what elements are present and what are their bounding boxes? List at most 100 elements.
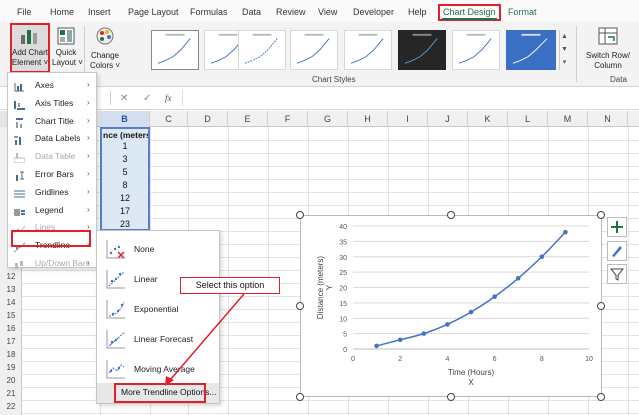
tab-home[interactable]: Home bbox=[50, 5, 74, 19]
switch-row-column-label-1: Switch Row/ bbox=[585, 51, 630, 60]
menu-item-axis-titles[interactable]: Axis Titles › bbox=[8, 94, 96, 112]
enter-icon[interactable]: ✓ bbox=[143, 93, 151, 104]
trendline-option-exponential[interactable]: Exponential bbox=[97, 293, 219, 325]
gallery-scroll[interactable]: ▲ ▼ ▾ bbox=[559, 30, 569, 70]
row-header-14[interactable]: 14 bbox=[0, 296, 22, 309]
menu-item-error-bars[interactable]: Error Bars › bbox=[8, 165, 96, 183]
tab-developer[interactable]: Developer bbox=[353, 5, 394, 19]
cell-B4[interactable]: 5 bbox=[100, 166, 150, 179]
tab-data[interactable]: Data bbox=[242, 5, 261, 19]
tab-formulas[interactable]: Formulas bbox=[190, 5, 228, 19]
menu-item-up-down-bars[interactable]: Up/Down Bars › bbox=[8, 254, 96, 272]
resize-handle[interactable] bbox=[296, 393, 304, 401]
chart-style-4[interactable] bbox=[290, 30, 338, 70]
tab-format[interactable]: Format bbox=[508, 5, 537, 19]
cell-B3[interactable]: 3 bbox=[100, 153, 150, 166]
cell-B1[interactable]: nce (meters) bbox=[100, 127, 150, 140]
tab-review[interactable]: Review bbox=[276, 5, 306, 19]
column-header-M[interactable]: M bbox=[548, 111, 588, 127]
insert-function-icon[interactable]: fx bbox=[165, 93, 172, 103]
cancel-icon[interactable]: ✕ bbox=[120, 93, 128, 104]
menu-item-axes[interactable]: Axes › bbox=[8, 76, 96, 94]
change-colors-button[interactable]: Change Colors ˅ bbox=[88, 23, 122, 71]
x-tick-label: 6 bbox=[493, 356, 497, 363]
row-header-17[interactable]: 17 bbox=[0, 335, 22, 348]
resize-handle[interactable] bbox=[296, 211, 304, 219]
chart-style-1[interactable] bbox=[151, 30, 199, 70]
column-header-K[interactable]: K bbox=[468, 111, 508, 127]
chart-style-5-preview bbox=[350, 33, 384, 64]
highlight-more-options bbox=[114, 383, 206, 403]
menu-item-label: Chart Title bbox=[35, 115, 74, 126]
tab-insert[interactable]: Insert bbox=[88, 5, 111, 19]
filter-icon bbox=[609, 268, 625, 281]
column-header-D[interactable]: D bbox=[188, 111, 228, 127]
trendline-moving-average-icon bbox=[106, 359, 126, 379]
tab-chart-design[interactable]: Chart Design bbox=[438, 4, 501, 21]
column-header-H[interactable]: H bbox=[348, 111, 388, 127]
column-header-C[interactable]: C bbox=[150, 111, 188, 127]
formula-input[interactable] bbox=[182, 90, 632, 106]
tab-page-layout[interactable]: Page Layout bbox=[128, 5, 179, 19]
column-header-J[interactable]: J bbox=[428, 111, 468, 127]
column-header-L[interactable]: L bbox=[508, 111, 548, 127]
cell-B2[interactable]: 1 bbox=[100, 140, 150, 153]
column-header-N[interactable]: N bbox=[588, 111, 628, 127]
data-group-label: Data bbox=[610, 75, 627, 84]
quick-layout-icon bbox=[57, 27, 75, 45]
gridline bbox=[228, 127, 229, 415]
gridline bbox=[628, 127, 629, 415]
column-header-G[interactable]: G bbox=[308, 111, 348, 127]
chart-area[interactable]: 0 5 10 15 20 25 30 35 40 0 2 4 6 8 10 Time (Hours) X Dist… bbox=[300, 215, 602, 397]
row-header-21[interactable]: 21 bbox=[0, 387, 22, 400]
menu-item-label: Gridlines bbox=[35, 186, 69, 197]
row-header-16[interactable]: 16 bbox=[0, 322, 22, 335]
chart-style-6[interactable] bbox=[398, 30, 446, 70]
cell-B7[interactable]: 17 bbox=[100, 205, 150, 218]
column-header-E[interactable]: E bbox=[228, 111, 268, 127]
row-header-22[interactable]: 22 bbox=[0, 400, 22, 413]
chevron-right-icon: › bbox=[87, 151, 90, 161]
switch-row-column-button[interactable]: Switch Row/ Column bbox=[580, 23, 636, 71]
trendline-option-label: Moving Average bbox=[134, 364, 195, 374]
tab-view[interactable]: View bbox=[318, 5, 337, 19]
chart-style-5[interactable] bbox=[344, 30, 392, 70]
axes-icon bbox=[14, 80, 25, 92]
quick-layout-button[interactable]: Quick Layout ˅ bbox=[52, 23, 83, 71]
column-header-B[interactable]: B bbox=[100, 111, 150, 127]
menu-item-data-labels[interactable]: Data Labels › bbox=[8, 129, 96, 147]
chart-style-8-preview bbox=[512, 33, 548, 64]
tab-help[interactable]: Help bbox=[408, 5, 427, 19]
highlight-trendline bbox=[11, 230, 91, 247]
data-point bbox=[492, 294, 497, 300]
chart-styles-button[interactable] bbox=[607, 241, 627, 261]
menu-item-chart-title[interactable]: Chart Title › bbox=[8, 112, 96, 130]
trendline-option-moving-average[interactable]: Moving Average bbox=[97, 353, 219, 385]
menu-item-legend[interactable]: Legend › bbox=[8, 201, 96, 219]
row-header-19[interactable]: 19 bbox=[0, 361, 22, 374]
resize-handle[interactable] bbox=[597, 211, 605, 219]
chart-filters-button[interactable] bbox=[607, 264, 627, 284]
resize-handle[interactable] bbox=[447, 211, 455, 219]
resize-handle[interactable] bbox=[597, 393, 605, 401]
row-header-13[interactable]: 13 bbox=[0, 283, 22, 296]
row-header-20[interactable]: 20 bbox=[0, 374, 22, 387]
cell-B5[interactable]: 8 bbox=[100, 179, 150, 192]
chart-style-8[interactable] bbox=[506, 30, 556, 70]
menu-item-gridlines[interactable]: Gridlines › bbox=[8, 183, 96, 201]
resize-handle[interactable] bbox=[447, 393, 455, 401]
chart-style-3[interactable] bbox=[238, 30, 286, 70]
column-header-F[interactable]: F bbox=[268, 111, 308, 127]
row-header-15[interactable]: 15 bbox=[0, 309, 22, 322]
trendline-option-none[interactable]: None bbox=[97, 233, 219, 265]
column-header-I[interactable]: I bbox=[388, 111, 428, 127]
tab-file[interactable]: File bbox=[17, 5, 32, 19]
resize-handle[interactable] bbox=[296, 302, 304, 310]
chart-elements-button[interactable] bbox=[607, 217, 627, 237]
trendline-option-linear-forecast[interactable]: Linear Forecast bbox=[97, 323, 219, 355]
resize-handle[interactable] bbox=[597, 302, 605, 310]
row-header-18[interactable]: 18 bbox=[0, 348, 22, 361]
chart-style-7[interactable] bbox=[452, 30, 500, 70]
cell-B6[interactable]: 12 bbox=[100, 192, 150, 205]
menu-item-data-table[interactable]: Data Table › bbox=[8, 147, 96, 165]
